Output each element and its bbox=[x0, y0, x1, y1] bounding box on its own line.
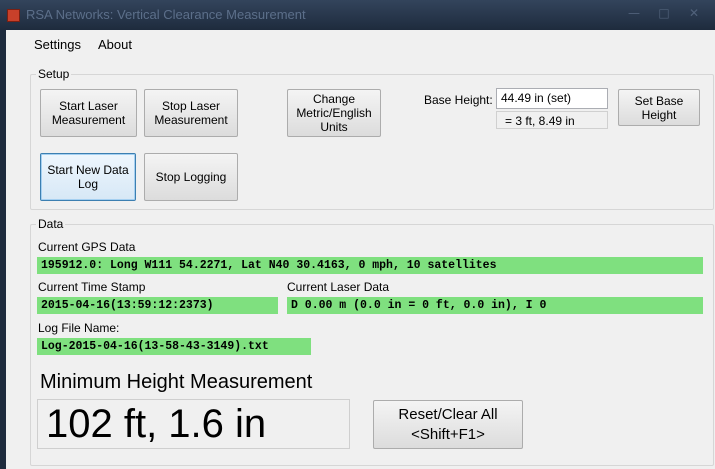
window-title: RSA Networks: Vertical Clearance Measure… bbox=[26, 7, 306, 22]
laser-data-label: Current Laser Data bbox=[287, 280, 390, 294]
minimize-button[interactable]: — bbox=[621, 4, 647, 22]
main-panel: Setup Start Laser Measurement Stop Laser… bbox=[0, 58, 715, 469]
min-height-value: 102 ft, 1.6 in bbox=[37, 399, 350, 449]
menu-bar: Settings About bbox=[0, 30, 715, 58]
min-height-title: Minimum Height Measurement bbox=[40, 371, 313, 393]
maximize-button[interactable]: □ bbox=[651, 4, 677, 22]
base-height-label: Base Height: bbox=[424, 93, 493, 107]
app-icon bbox=[7, 9, 20, 22]
set-base-height-button[interactable]: Set Base Height bbox=[618, 89, 700, 126]
close-button[interactable]: ✕ bbox=[681, 4, 707, 22]
setup-group-label: Setup bbox=[36, 67, 72, 81]
base-height-input[interactable]: 44.49 in (set) bbox=[496, 88, 608, 109]
start-laser-button[interactable]: Start Laser Measurement bbox=[40, 89, 137, 137]
log-file-label: Log File Name: bbox=[38, 321, 120, 335]
reset-clear-label: Reset/Clear All bbox=[398, 405, 498, 423]
log-file-field: Log-2015-04-16(13-58-43-3149).txt bbox=[37, 338, 311, 355]
title-bar: RSA Networks: Vertical Clearance Measure… bbox=[0, 0, 715, 30]
menu-about[interactable]: About bbox=[98, 37, 132, 52]
reset-clear-button[interactable]: Reset/Clear All <Shift+F1> bbox=[373, 400, 523, 449]
change-units-button[interactable]: Change Metric/English Units bbox=[287, 89, 381, 137]
gps-data-field: 195912.0: Long W111 54.2271, Lat N40 30.… bbox=[37, 257, 703, 274]
window-controls: — □ ✕ bbox=[621, 4, 707, 22]
time-stamp-field: 2015-04-16(13:59:12:2373) bbox=[37, 297, 278, 314]
stop-laser-button[interactable]: Stop Laser Measurement bbox=[144, 89, 238, 137]
gps-label: Current GPS Data bbox=[38, 240, 136, 254]
laser-data-field: D 0.00 m (0.0 in = 0 ft, 0.0 in), I 0 bbox=[287, 297, 703, 314]
data-group-label: Data bbox=[36, 217, 66, 231]
base-height-converted: = 3 ft, 8.49 in bbox=[496, 111, 608, 129]
reset-shortcut-label: <Shift+F1> bbox=[411, 425, 485, 443]
start-log-button[interactable]: Start New Data Log bbox=[40, 153, 136, 201]
stop-logging-button[interactable]: Stop Logging bbox=[144, 153, 238, 201]
menu-settings[interactable]: Settings bbox=[34, 37, 81, 52]
time-stamp-label: Current Time Stamp bbox=[38, 280, 146, 294]
